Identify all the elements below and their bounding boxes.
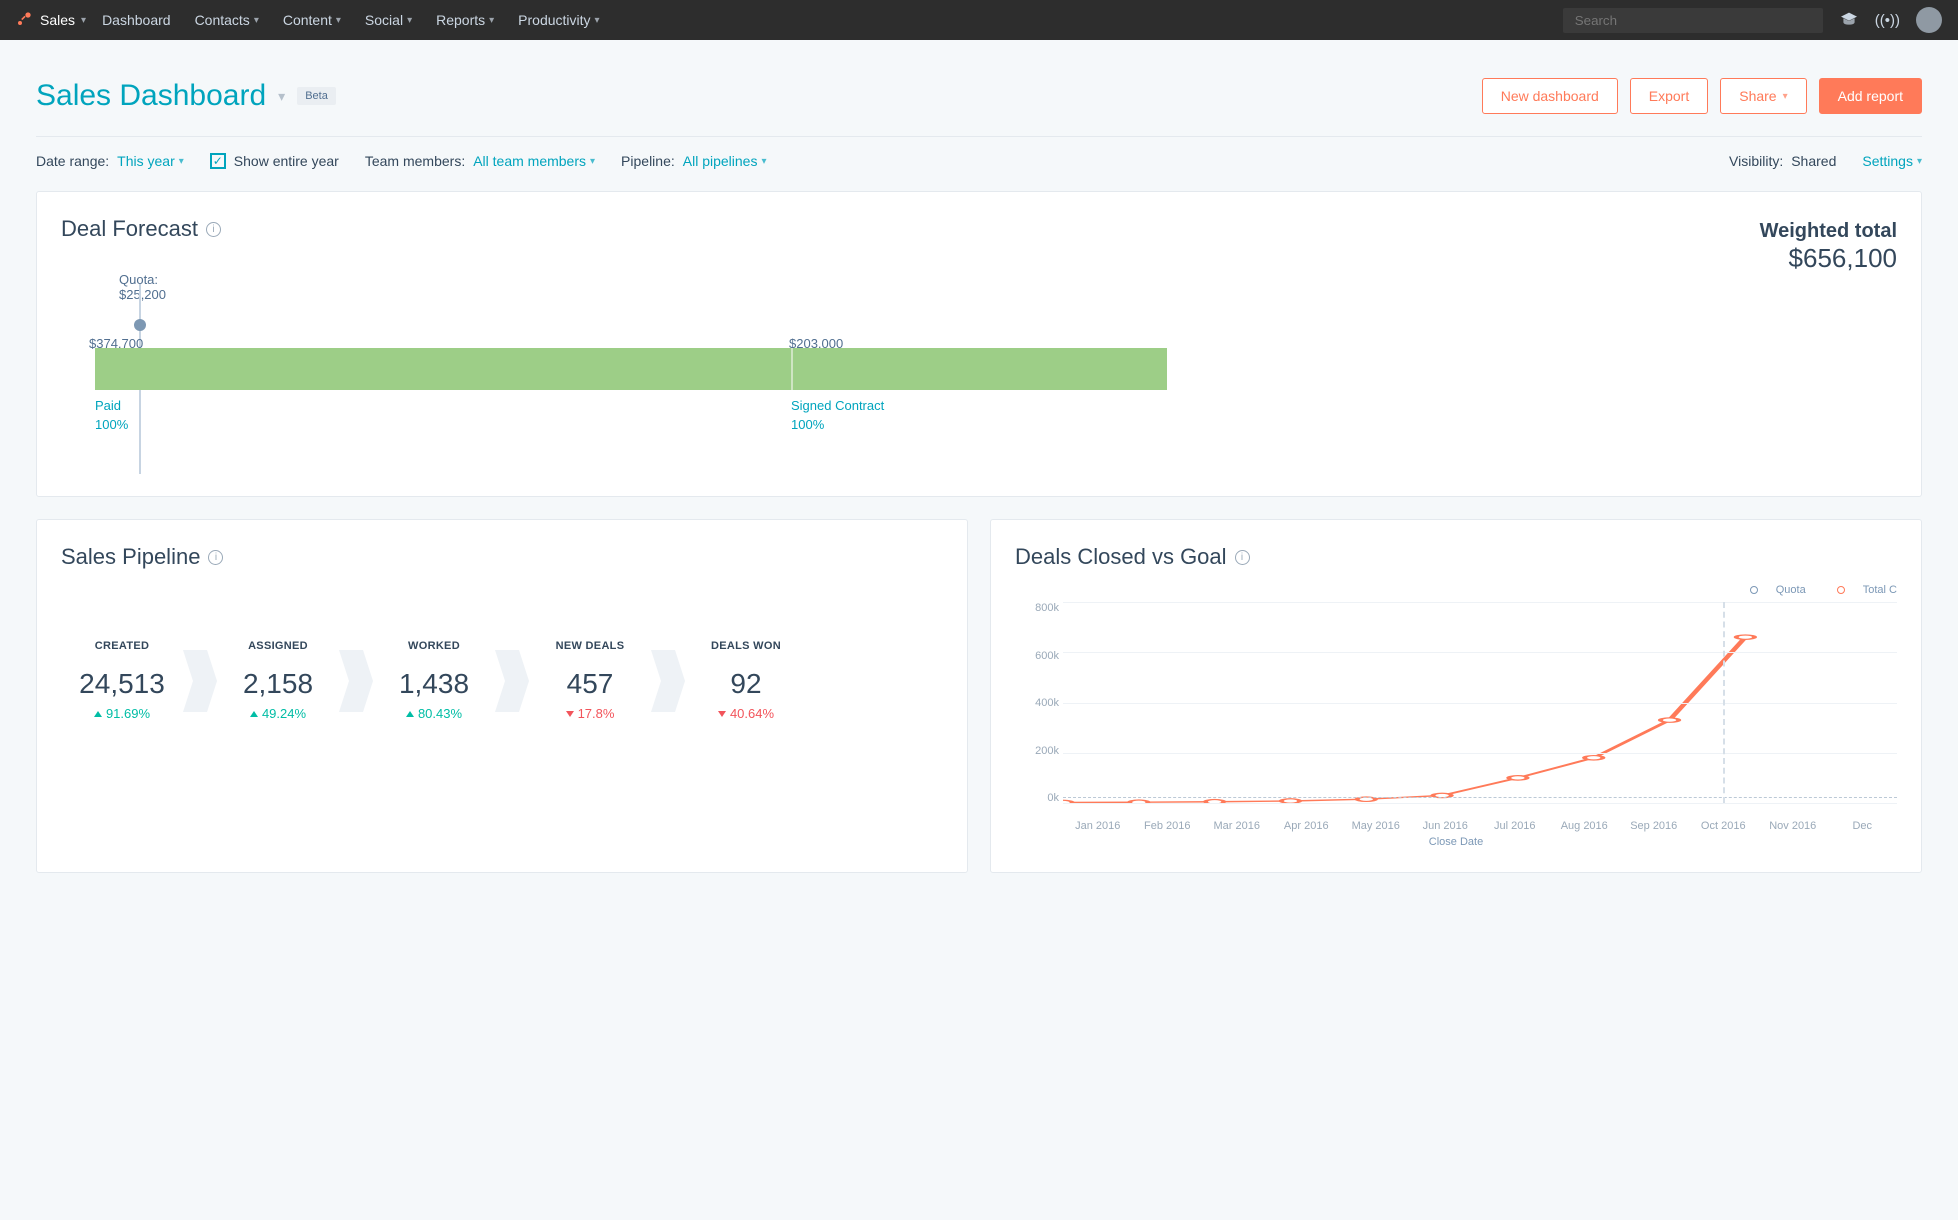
stage-change: 17.8% <box>529 706 651 721</box>
chart-x-axis-title: Close Date <box>1015 836 1897 848</box>
chevron-down-icon: ▾ <box>595 15 600 26</box>
stage-name: WORKED <box>373 640 495 652</box>
stage-change: 49.24% <box>217 706 339 721</box>
pipeline-stage: WORKED 1,438 80.43% <box>373 640 495 721</box>
stage-value: 24,513 <box>61 668 183 700</box>
chart-legend: Quota Total C <box>1015 584 1897 596</box>
chevron-right-icon <box>651 650 685 712</box>
show-entire-year-checkbox[interactable]: ✓ <box>210 153 226 169</box>
visibility-value: Shared <box>1791 153 1836 169</box>
academy-icon[interactable] <box>1839 11 1859 30</box>
deals-closed-chart: 800k600k400k200k0k Jan 2016Feb 2016Mar 2… <box>1015 602 1897 832</box>
nav-reports[interactable]: Reports▾ <box>436 12 494 28</box>
chevron-down-icon: ▾ <box>489 15 494 26</box>
sales-pipeline-title: Sales Pipeline i <box>61 544 943 570</box>
stage-change: 91.69% <box>61 706 183 721</box>
chevron-down-icon: ▾ <box>336 15 341 26</box>
broadcast-icon[interactable]: ((•)) <box>1875 12 1900 29</box>
chevron-right-icon <box>495 650 529 712</box>
chevron-down-icon: ▾ <box>254 15 259 26</box>
weighted-total-label: Weighted total <box>1760 220 1897 243</box>
nav-productivity[interactable]: Productivity▾ <box>518 12 599 28</box>
pipeline-stage: NEW DEALS 457 17.8% <box>529 640 651 721</box>
stage-name: CREATED <box>61 640 183 652</box>
stage-value: 92 <box>685 668 807 700</box>
stage-name: NEW DEALS <box>529 640 651 652</box>
forecast-stage-paid: Paid 100% <box>95 398 791 432</box>
pipeline-stage: CREATED 24,513 91.69% <box>61 640 183 721</box>
chevron-down-icon[interactable]: ▾ <box>278 88 285 105</box>
nav-dashboard[interactable]: Dashboard <box>102 12 171 28</box>
new-dashboard-button[interactable]: New dashboard <box>1482 78 1618 114</box>
quota-label: Quota: $25,200 <box>119 272 166 302</box>
sales-pipeline-card: Sales Pipeline i CREATED 24,513 91.69% ASSI… <box>36 519 968 873</box>
show-entire-year-label: Show entire year <box>234 153 339 169</box>
deals-closed-card: Deals Closed vs Goal i Quota Total C 800… <box>990 519 1922 873</box>
deals-closed-title: Deals Closed vs Goal i <box>1015 544 1897 570</box>
nav-brand[interactable]: Sales <box>40 12 75 28</box>
chevron-down-icon: ▾ <box>407 15 412 26</box>
visibility-label: Visibility: <box>1729 153 1783 169</box>
chevron-down-icon: ▾ <box>81 15 86 26</box>
filter-date-value[interactable]: This year▾ <box>117 153 184 169</box>
stage-name: DEALS WON <box>685 640 807 652</box>
top-nav: Sales ▾ Dashboard Contacts▾ Content▾ Soc… <box>0 0 1958 40</box>
beta-badge: Beta <box>297 87 336 105</box>
stage-name: ASSIGNED <box>217 640 339 652</box>
pipeline-stage: DEALS WON 92 40.64% <box>685 640 807 721</box>
info-icon[interactable]: i <box>1235 550 1250 565</box>
avatar[interactable] <box>1916 7 1942 33</box>
settings-link[interactable]: Settings▾ <box>1862 153 1922 169</box>
stage-change: 80.43% <box>373 706 495 721</box>
export-button[interactable]: Export <box>1630 78 1708 114</box>
filter-team-value[interactable]: All team members▾ <box>473 153 595 169</box>
info-icon[interactable]: i <box>206 222 221 237</box>
nav-social[interactable]: Social▾ <box>365 12 412 28</box>
deal-forecast-title: Deal Forecast i <box>61 216 221 242</box>
nav-content[interactable]: Content▾ <box>283 12 341 28</box>
quota-marker-dot <box>134 319 146 331</box>
filter-pipeline-label: Pipeline: <box>621 153 675 169</box>
stage-value: 2,158 <box>217 668 339 700</box>
share-button[interactable]: Share▾ <box>1720 78 1806 114</box>
weighted-total-value: $656,100 <box>1760 243 1897 274</box>
forecast-bar <box>95 348 1167 390</box>
info-icon[interactable]: i <box>208 550 223 565</box>
filter-bar: Date range: This year▾ ✓ Show entire yea… <box>36 153 1922 169</box>
pipeline-stage: ASSIGNED 2,158 49.24% <box>217 640 339 721</box>
forecast-stage-signed: Signed Contract 100% <box>791 398 1171 432</box>
search-input[interactable] <box>1563 8 1823 33</box>
filter-team-label: Team members: <box>365 153 465 169</box>
stage-change: 40.64% <box>685 706 807 721</box>
page-title: Sales Dashboard <box>36 79 266 113</box>
stage-value: 1,438 <box>373 668 495 700</box>
filter-date-label: Date range: <box>36 153 109 169</box>
chevron-right-icon <box>183 650 217 712</box>
add-report-button[interactable]: Add report <box>1819 78 1922 114</box>
nav-contacts[interactable]: Contacts▾ <box>195 12 259 28</box>
chevron-right-icon <box>339 650 373 712</box>
stage-value: 457 <box>529 668 651 700</box>
deal-forecast-card: Deal Forecast i Weighted total $656,100 … <box>36 191 1922 497</box>
page-header: Sales Dashboard ▾ Beta New dashboard Exp… <box>36 60 1922 114</box>
chevron-down-icon: ▾ <box>1783 91 1788 102</box>
filter-pipeline-value[interactable]: All pipelines▾ <box>683 153 767 169</box>
hubspot-logo-icon <box>16 11 32 30</box>
